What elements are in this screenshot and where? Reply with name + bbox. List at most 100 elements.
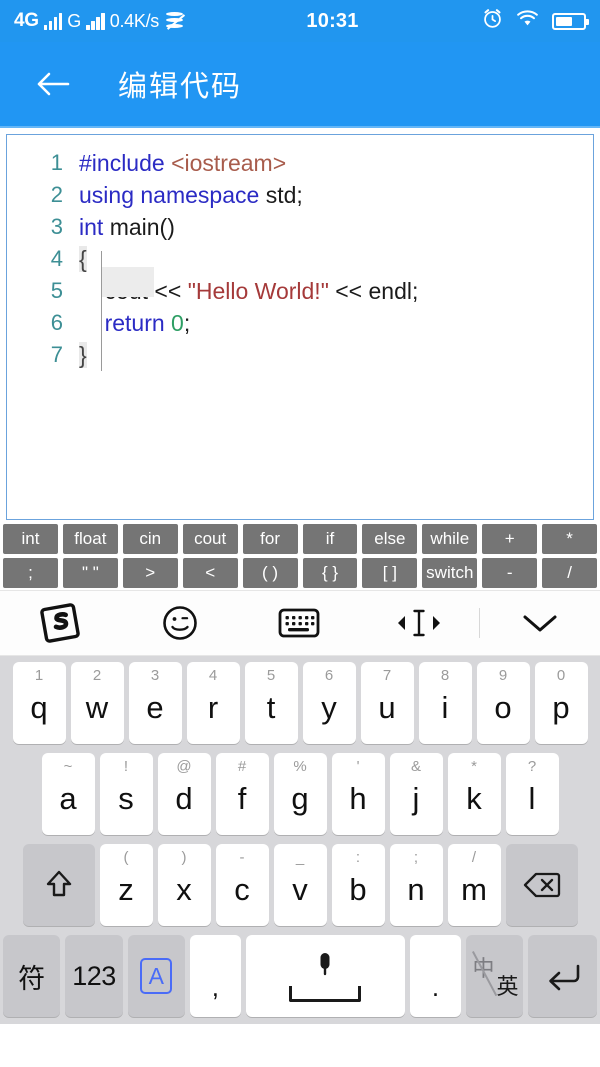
key-v[interactable]: _ v — [273, 844, 327, 926]
key-g[interactable]: % g — [273, 753, 327, 835]
snippet-button-while[interactable]: while — [421, 523, 479, 555]
enter-key[interactable] — [528, 935, 597, 1017]
caps-lock-key[interactable]: A — [127, 935, 185, 1017]
key-e[interactable]: 3e — [128, 662, 182, 744]
virtual-keyboard: 1q2w3e4r5t6y7u8i9o0p ~ a! s @ d # f% g ' h & j * k? l … — [0, 656, 600, 1024]
shift-key[interactable] — [22, 844, 95, 926]
key-secondary-label: % — [293, 758, 307, 775]
space-key[interactable] — [245, 935, 406, 1017]
key-primary-label: q — [30, 689, 48, 725]
snippet-button-float[interactable]: float — [61, 523, 119, 555]
snippet-button-[interactable]: " " — [61, 557, 119, 589]
snippet-button-[interactable]: - — [481, 557, 539, 589]
key-k[interactable]: * k — [447, 753, 501, 835]
snippet-button-[interactable]: * — [541, 523, 599, 555]
signal-bars-icon — [43, 12, 63, 30]
snippet-button-cin[interactable]: cin — [121, 523, 179, 555]
ime-toolbar — [0, 590, 600, 656]
keyboard-switch-icon[interactable] — [240, 605, 360, 641]
snippet-button-[interactable]: / — [541, 557, 599, 589]
key-secondary-label: 4 — [208, 667, 218, 684]
key-primary-label: r — [207, 689, 219, 725]
key-primary-label: z — [118, 871, 134, 907]
key-primary-label: b — [349, 871, 367, 907]
key-f[interactable]: # f — [215, 753, 269, 835]
key-w[interactable]: 2w — [70, 662, 124, 744]
key-t[interactable]: 5t — [244, 662, 298, 744]
numbers-key-label: 123 — [72, 960, 116, 991]
sogou-logo-icon[interactable] — [0, 600, 120, 646]
signal-bars-icon-2 — [86, 12, 105, 30]
back-button[interactable] — [30, 61, 76, 107]
key-primary-label: t — [266, 689, 276, 725]
code-token: } — [79, 341, 87, 368]
key-primary-label: c — [234, 871, 250, 907]
network-type-2-label: G — [67, 10, 82, 31]
key-secondary-label: @ — [176, 758, 192, 775]
key-q[interactable]: 1q — [12, 662, 66, 744]
numbers-key[interactable]: 123 — [65, 935, 123, 1017]
key-secondary-label: 9 — [498, 667, 508, 684]
key-secondary-label: ~ — [63, 758, 73, 775]
backspace-key[interactable] — [505, 844, 578, 926]
key-secondary-label: 5 — [266, 667, 276, 684]
key-s[interactable]: ! s — [99, 753, 153, 835]
key-c[interactable]: -c — [215, 844, 269, 926]
key-y[interactable]: 6y — [302, 662, 356, 744]
key-primary-label: l — [528, 780, 536, 816]
snippet-button-else[interactable]: else — [361, 523, 419, 555]
snippet-button-if[interactable]: if — [301, 523, 359, 555]
status-bar-right — [482, 8, 589, 34]
key-primary-label: h — [349, 780, 367, 816]
alarm-clock-icon — [482, 8, 503, 34]
snippet-button-[interactable]: + — [481, 523, 539, 555]
cursor-move-icon[interactable] — [359, 606, 479, 640]
collapse-keyboard-icon[interactable] — [480, 608, 600, 638]
language-toggle-key[interactable]: 中 英 — [465, 935, 524, 1017]
symbols-key[interactable]: 符 — [3, 935, 61, 1017]
period-key-label: . — [431, 972, 440, 1002]
snippet-button-[interactable]: ( ) — [241, 557, 299, 589]
key-primary-label: n — [407, 871, 425, 907]
key-secondary-label: * — [471, 758, 477, 775]
snippet-button-int[interactable]: int — [2, 523, 59, 555]
key-o[interactable]: 9o — [476, 662, 530, 744]
key-a[interactable]: ~ a — [41, 753, 95, 835]
snippet-button-[interactable]: [ ] — [361, 557, 419, 589]
shift-arrow-icon — [46, 870, 71, 897]
key-secondary-label: 7 — [382, 667, 392, 684]
key-m[interactable]: / m — [447, 844, 501, 926]
comma-key[interactable]: , — [190, 935, 241, 1017]
code-token: return — [104, 309, 172, 336]
snippet-button-[interactable]: { } — [301, 557, 359, 589]
key-x[interactable]: ) x — [157, 844, 211, 926]
key-primary-label: o — [494, 689, 512, 725]
snippet-button-[interactable]: < — [181, 557, 239, 589]
key-i[interactable]: 8i — [418, 662, 472, 744]
code-editor[interactable]: 1 #include <iostream> 2 using namespace std… — [6, 134, 594, 520]
emoji-icon[interactable] — [120, 602, 240, 644]
snippet-button-switch[interactable]: switch — [421, 557, 479, 589]
snippet-button-cout[interactable]: cout — [181, 523, 239, 555]
key-u[interactable]: 7u — [360, 662, 414, 744]
key-d[interactable]: @ d — [157, 753, 211, 835]
key-h[interactable]: ' h — [331, 753, 385, 835]
code-lines: 1 #include <iostream> 2 using namespace std… — [7, 147, 593, 371]
key-j[interactable]: & j — [389, 753, 443, 835]
key-r[interactable]: 4r — [186, 662, 240, 744]
key-b[interactable]: :b — [331, 844, 385, 926]
period-key[interactable]: . — [410, 935, 461, 1017]
key-z[interactable]: (z — [99, 844, 153, 926]
key-n[interactable]: ; n — [389, 844, 443, 926]
key-p[interactable]: 0p — [534, 662, 588, 744]
snippet-button-for[interactable]: for — [241, 523, 299, 555]
code-token: "Hello World!" — [187, 277, 329, 304]
snippet-button-[interactable]: ; — [2, 557, 59, 589]
key-l[interactable]: ? l — [505, 753, 559, 835]
key-secondary-label: 3 — [150, 667, 160, 684]
key-primary-label: i — [441, 689, 449, 725]
language-en-label: 英 — [496, 974, 519, 999]
wifi-icon — [516, 9, 539, 33]
snippet-button-[interactable]: > — [121, 557, 179, 589]
key-secondary-label: 8 — [440, 667, 450, 684]
